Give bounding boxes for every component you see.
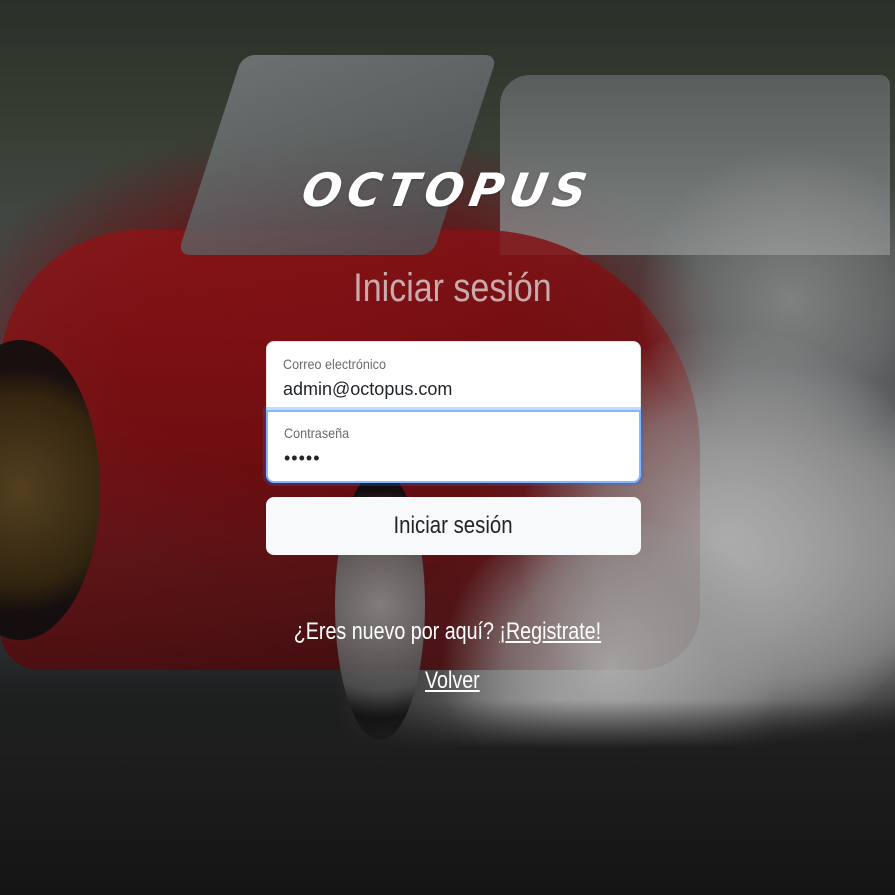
- login-button[interactable]: Iniciar sesión: [266, 497, 641, 555]
- register-prompt: ¿Eres nuevo por aquí? ¡Registrate!: [0, 618, 895, 646]
- email-field-label: Correo electrónico: [283, 356, 386, 372]
- password-field-label: Contraseña: [284, 425, 350, 441]
- page-title: Iniciar sesión: [353, 266, 552, 310]
- email-field-container: Correo electrónico: [266, 341, 641, 411]
- password-field[interactable]: [284, 448, 623, 469]
- login-button-label: Iniciar sesión: [393, 512, 514, 539]
- back-link[interactable]: Volver: [425, 667, 480, 695]
- password-field-container: Contraseña: [266, 410, 641, 483]
- register-prompt-text: ¿Eres nuevo por aquí?: [293, 618, 500, 645]
- register-link[interactable]: ¡Registrate!: [499, 618, 601, 645]
- octopus-logo: OCTOPUS: [297, 163, 598, 217]
- email-field[interactable]: [283, 379, 624, 400]
- login-form: Correo electrónico Contraseña Iniciar se…: [266, 341, 641, 555]
- back-link-container: Volver: [0, 667, 895, 695]
